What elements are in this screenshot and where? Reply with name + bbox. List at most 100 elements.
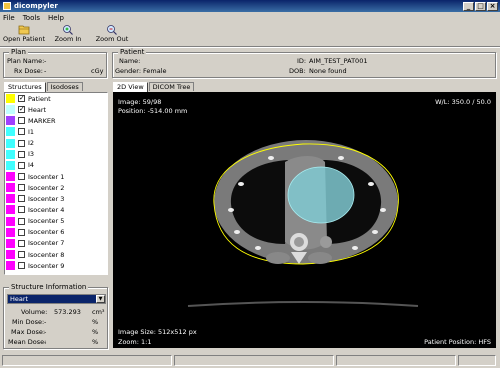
min-dose-unit: % <box>92 318 99 326</box>
patient-dob-label: DOB: <box>289 67 306 75</box>
menu-file[interactable]: File <box>3 14 15 22</box>
structure-checkbox[interactable]: ✓ <box>18 95 25 103</box>
structure-checkbox[interactable] <box>18 239 25 247</box>
structure-row[interactable]: Isocenter 7 <box>5 238 107 249</box>
structure-color-swatch <box>6 183 15 193</box>
structure-color-swatch <box>6 227 15 237</box>
open-patient-button[interactable]: Open Patient <box>3 24 45 46</box>
max-dose-unit: % <box>92 328 99 336</box>
structure-label: Isocenter 7 <box>28 239 65 248</box>
window-level-label: W/L: 350.0 / 50.0 <box>435 98 491 106</box>
tab-dicom-tree[interactable]: DICOM Tree <box>148 82 195 91</box>
structure-checkbox[interactable] <box>18 161 25 169</box>
mean-dose-label: Mean Dose: <box>8 338 47 346</box>
structure-label: I4 <box>28 161 35 170</box>
structure-checkbox[interactable] <box>18 217 25 225</box>
patient-dob-value: None found <box>309 67 347 75</box>
structure-label: Patient <box>28 94 51 103</box>
structure-info-group: Structure Information Heart ▼ Volume: 57… <box>3 283 108 349</box>
plan-group: Plan Plan Name: - Rx Dose: - cGy <box>3 48 107 78</box>
structure-select[interactable]: Heart ▼ <box>7 294 106 304</box>
structure-label: Isocenter 8 <box>28 250 65 259</box>
patient-position-label: Patient Position: HFS <box>424 338 491 346</box>
status-cell-4 <box>458 355 496 366</box>
structure-label: Isocenter 3 <box>28 194 65 203</box>
structure-checkbox[interactable] <box>18 173 25 181</box>
structure-color-swatch <box>6 116 15 126</box>
structure-checkbox[interactable] <box>18 251 25 259</box>
menu-help[interactable]: Help <box>48 14 64 22</box>
patient-id-label: ID: <box>297 57 307 65</box>
structure-row[interactable]: Isocenter 4 <box>5 204 107 215</box>
rx-dose-label: Rx Dose: <box>14 67 43 75</box>
menu-tools[interactable]: Tools <box>23 14 40 22</box>
structure-row[interactable]: Isocenter 8 <box>5 249 107 260</box>
structure-row[interactable]: Isocenter 9 <box>5 260 107 271</box>
patient-group: Patient Name: Gender: Female ID: AIM_TES… <box>112 48 496 78</box>
structure-color-swatch <box>6 94 15 104</box>
structure-checkbox[interactable] <box>18 228 25 236</box>
structure-row[interactable]: Isocenter 2 <box>5 182 107 193</box>
title-bar: dicompyler _ □ × <box>0 0 500 12</box>
structure-color-swatch <box>6 250 15 260</box>
patient-name-label: Name: <box>119 57 141 65</box>
structure-checkbox[interactable] <box>18 184 25 192</box>
close-button[interactable]: × <box>487 1 498 11</box>
structure-row[interactable]: Isocenter 3 <box>5 193 107 204</box>
structure-checkbox[interactable]: ✓ <box>18 106 25 114</box>
structure-color-swatch <box>6 105 15 115</box>
structure-row[interactable]: I4 <box>5 160 107 171</box>
structure-row[interactable]: I2 <box>5 138 107 149</box>
structure-row[interactable]: ✓ Patient <box>5 93 107 104</box>
structure-row[interactable]: MARKER <box>5 115 107 126</box>
volume-label: Volume: <box>21 308 48 316</box>
volume-unit: cm³ <box>92 308 105 316</box>
structure-row[interactable]: Isocenter 1 <box>5 171 107 182</box>
patient-group-title: Patient <box>118 48 147 56</box>
structure-label: Isocenter 4 <box>28 205 65 214</box>
maximize-button[interactable]: □ <box>475 1 486 11</box>
tab-2d-view[interactable]: 2D View <box>113 82 148 92</box>
view-tab-strip: 2D View DICOM Tree <box>113 82 195 92</box>
patient-id-value: AIM_TEST_PAT001 <box>309 57 368 65</box>
structure-checkbox[interactable] <box>18 195 25 203</box>
rx-dose-unit: cGy <box>91 67 104 75</box>
structure-row[interactable]: Isocenter 5 <box>5 216 107 227</box>
structure-color-swatch <box>6 138 15 148</box>
ct-slice-image <box>187 140 419 307</box>
chevron-down-icon[interactable]: ▼ <box>96 295 105 303</box>
max-dose-value: - <box>44 328 47 336</box>
structure-row[interactable]: I3 <box>5 149 107 160</box>
minimize-button[interactable]: _ <box>463 1 474 11</box>
zoom-out-icon <box>106 24 118 35</box>
structure-checkbox[interactable] <box>18 262 25 270</box>
structure-label: I1 <box>28 127 35 136</box>
structure-checkbox[interactable] <box>18 206 25 214</box>
structure-checkbox[interactable] <box>18 150 25 158</box>
structure-color-swatch <box>6 205 15 215</box>
status-cell-3 <box>336 355 456 366</box>
structure-row[interactable]: ✓ Heart <box>5 104 107 115</box>
structure-label: Isocenter 2 <box>28 183 65 192</box>
structure-list[interactable]: ✓ Patient ✓ Heart MARKER I1 I2 I3 I4 Isocenter 1I… <box>4 92 108 275</box>
rx-dose-value: - <box>44 67 47 75</box>
structure-checkbox[interactable] <box>18 117 25 125</box>
structure-color-swatch <box>6 160 15 170</box>
zoom-in-button[interactable]: Zoom In <box>48 24 88 46</box>
slice-position-label: Position: -514.00 mm <box>118 107 188 115</box>
tab-structures[interactable]: Structures <box>4 82 46 92</box>
structure-label: Heart <box>28 105 47 114</box>
structure-select-value: Heart <box>8 295 96 303</box>
structure-checkbox[interactable] <box>18 139 25 147</box>
ct-image-viewer[interactable]: Image: 59/98 Position: -514.00 mm W/L: 3… <box>113 92 496 348</box>
tab-isodoses[interactable]: Isodoses <box>46 82 83 91</box>
structure-label: I2 <box>28 139 35 148</box>
structure-row[interactable]: I1 <box>5 126 107 137</box>
structure-checkbox[interactable] <box>18 128 25 136</box>
min-dose-label: Min Dose: <box>12 318 45 326</box>
structure-row[interactable]: Isocenter 6 <box>5 227 107 238</box>
zoom-out-button[interactable]: Zoom Out <box>92 24 132 46</box>
menu-bar: File Tools Help <box>0 12 500 23</box>
structure-label: Isocenter 6 <box>28 228 65 237</box>
app-icon <box>3 2 11 10</box>
